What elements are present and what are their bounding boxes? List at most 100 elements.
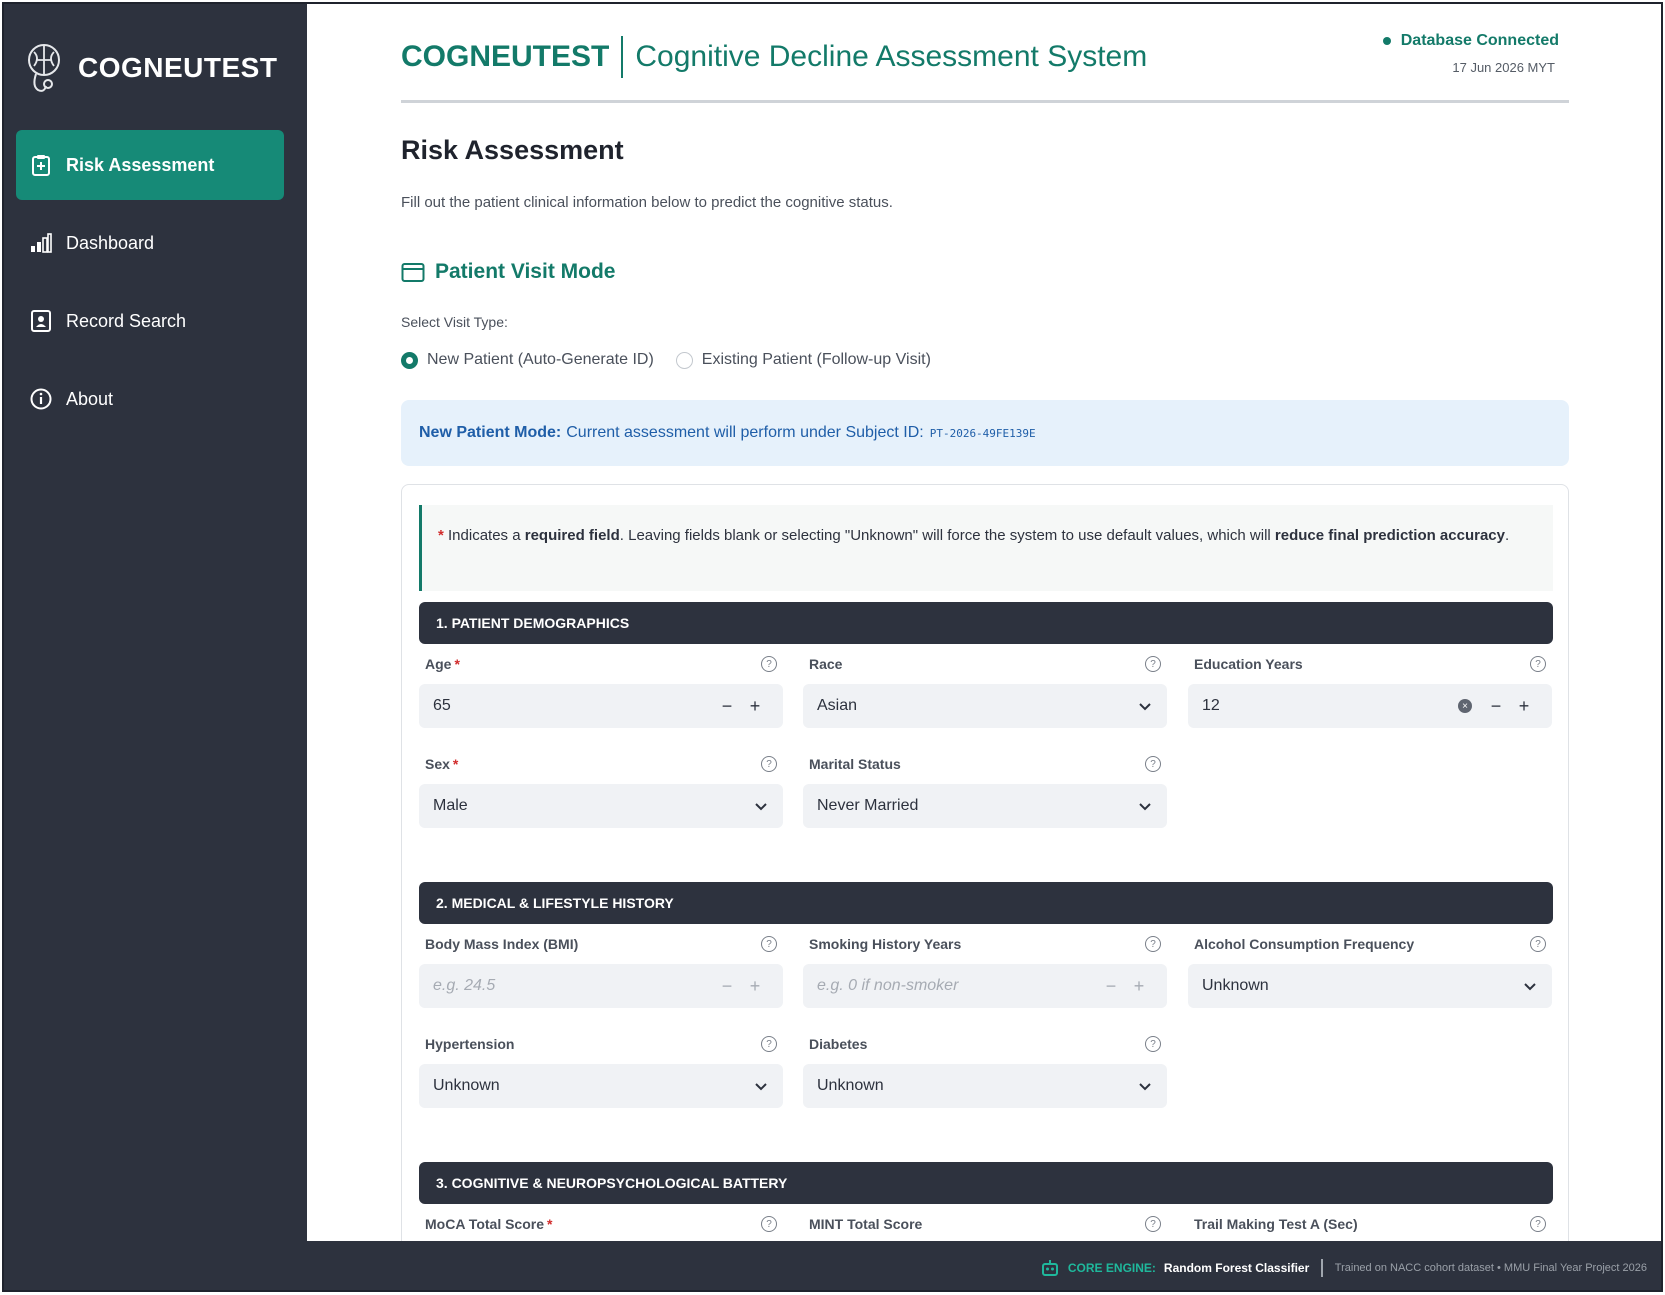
help-icon[interactable]: ? — [1145, 1036, 1161, 1052]
alcohol-value: Unknown — [1202, 977, 1269, 994]
header-date: 17 Jun 2026 MYT — [1452, 60, 1555, 75]
decrement-button[interactable]: − — [713, 696, 741, 717]
increment-button[interactable]: + — [741, 696, 769, 717]
page-header: COGNEUTEST Cognitive Decline Assessment … — [401, 28, 1569, 103]
main-content: COGNEUTEST Cognitive Decline Assessment … — [307, 4, 1661, 1241]
subject-id: PT-2026-49FE139E — [929, 426, 1036, 440]
field-trail-making-a: Trail Making Test A (Sec)? — [1188, 1213, 1552, 1235]
diabetes-value: Unknown — [817, 1077, 884, 1094]
sidebar-item-label: Risk Assessment — [66, 154, 215, 175]
clipboard-icon — [28, 152, 54, 178]
core-engine-label: CORE ENGINE: — [1067, 1260, 1156, 1275]
section-cognitive-battery-header: 3. Cognitive & Neuropsychological Batter… — [419, 1162, 1553, 1204]
db-status: Database Connected 17 Jun 2026 MYT — [1382, 32, 1559, 75]
note-bold: required field — [524, 527, 620, 544]
race-select[interactable]: Asian — [803, 684, 1167, 728]
visit-mode-heading: Patient Visit Mode — [401, 260, 615, 284]
note-bold: reduce final prediction accuracy — [1274, 527, 1505, 544]
sidebar: COGNEUTEST Risk Assessment Dashboard Rec… — [4, 4, 307, 1290]
alcohol-frequency-select[interactable]: Unknown — [1188, 964, 1552, 1008]
bmi-input[interactable]: e.g. 24.5 − + — [419, 964, 783, 1008]
sidebar-item-record-search[interactable]: Record Search — [16, 286, 284, 356]
sidebar-item-risk-assessment[interactable]: Risk Assessment — [16, 130, 284, 200]
brand-name: COGNEUTEST — [78, 52, 278, 83]
help-icon[interactable]: ? — [761, 1216, 777, 1232]
sidebar-item-dashboard[interactable]: Dashboard — [16, 208, 284, 278]
sidebar-item-about[interactable]: About — [16, 364, 284, 434]
chevron-down-icon[interactable] — [753, 798, 769, 814]
help-icon[interactable]: ? — [761, 656, 777, 672]
field-race: Race? Asian — [803, 653, 1167, 728]
decrement-button[interactable]: − — [713, 976, 741, 997]
field-bmi: Body Mass Index (BMI)? e.g. 24.5 − + — [419, 933, 783, 1008]
age-value[interactable]: 65 — [433, 697, 713, 715]
marital-status-select[interactable]: Never Married — [803, 784, 1167, 828]
note-text: . — [1505, 527, 1510, 544]
chevron-down-icon[interactable] — [753, 1078, 769, 1094]
field-label: Hypertension — [425, 1036, 515, 1052]
page-description: Fill out the patient clinical informatio… — [401, 194, 893, 211]
field-label: Body Mass Index (BMI) — [425, 936, 579, 952]
smoking-placeholder[interactable]: e.g. 0 if non-smoker — [817, 977, 1097, 995]
sidebar-nav: Risk Assessment Dashboard Record Search … — [16, 130, 284, 442]
clear-icon[interactable]: × — [1458, 699, 1472, 713]
age-stepper[interactable]: 65 − + — [419, 684, 783, 728]
sidebar-item-label: Dashboard — [66, 232, 155, 253]
chevron-down-icon[interactable] — [1522, 978, 1538, 994]
radio-checked-icon[interactable] — [401, 351, 418, 369]
chevron-down-icon[interactable] — [1137, 1078, 1153, 1094]
new-patient-info-banner: New Patient Mode: Current assessment wil… — [401, 400, 1569, 466]
decrement-button[interactable]: − — [1482, 696, 1510, 717]
radio-unchecked-icon[interactable] — [675, 351, 693, 369]
help-icon[interactable]: ? — [761, 936, 777, 952]
race-value: Asian — [817, 697, 858, 714]
help-icon[interactable]: ? — [761, 756, 777, 772]
brain-stethoscope-icon — [28, 44, 60, 92]
education-value[interactable]: 12 — [1202, 697, 1458, 715]
field-label: Age — [425, 656, 452, 672]
help-icon[interactable]: ? — [1530, 936, 1546, 952]
assessment-form: * Indicates a required field. Leaving fi… — [401, 484, 1569, 1241]
page-title: Risk Assessment — [401, 135, 624, 165]
footer-bar: CORE ENGINE: Random Forest Classifier Tr… — [307, 1241, 1661, 1290]
help-icon[interactable]: ? — [1145, 1216, 1161, 1232]
radio-new-patient[interactable]: New Patient (Auto-Generate ID) — [401, 351, 654, 369]
required-star: * — [454, 656, 460, 672]
required-star: * — [547, 1216, 553, 1232]
increment-button[interactable]: + — [1125, 976, 1153, 997]
app-title: COGNEUTEST Cognitive Decline Assessment … — [401, 36, 1147, 78]
app-subtitle: Cognitive Decline Assessment System — [635, 40, 1148, 73]
info-icon — [28, 386, 54, 412]
field-label: Trail Making Test A (Sec) — [1194, 1216, 1358, 1232]
radio-label: New Patient (Auto-Generate ID) — [427, 351, 654, 368]
increment-button[interactable]: + — [741, 976, 769, 997]
hypertension-select[interactable]: Unknown — [419, 1064, 783, 1108]
bmi-placeholder[interactable]: e.g. 24.5 — [433, 977, 713, 995]
required-field-note: * Indicates a required field. Leaving fi… — [419, 505, 1553, 591]
smoking-years-input[interactable]: e.g. 0 if non-smoker − + — [803, 964, 1167, 1008]
increment-button[interactable]: + — [1510, 696, 1538, 717]
diabetes-select[interactable]: Unknown — [803, 1064, 1167, 1108]
help-icon[interactable]: ? — [1145, 756, 1161, 772]
chevron-down-icon[interactable] — [1137, 798, 1153, 814]
decrement-button[interactable]: − — [1097, 976, 1125, 997]
help-icon[interactable]: ? — [1530, 1216, 1546, 1232]
radio-existing-patient[interactable]: Existing Patient (Follow-up Visit) — [675, 351, 931, 369]
field-label: Sex — [425, 756, 450, 772]
education-stepper[interactable]: 12 × − + — [1188, 684, 1552, 728]
field-diabetes: Diabetes? Unknown — [803, 1033, 1167, 1108]
field-smoking-years: Smoking History Years? e.g. 0 if non-smo… — [803, 933, 1167, 1008]
footer-divider — [1321, 1258, 1323, 1277]
help-icon[interactable]: ? — [1145, 656, 1161, 672]
visit-type-radio-group: New Patient (Auto-Generate ID) Existing … — [401, 351, 931, 369]
visit-type-label: Select Visit Type: — [401, 314, 508, 330]
chevron-down-icon[interactable] — [1137, 698, 1153, 714]
sex-select[interactable]: Male — [419, 784, 783, 828]
app-title-text: COGNEUTEST — [401, 40, 610, 73]
visit-mode-heading-text: Patient Visit Mode — [435, 260, 616, 283]
help-icon[interactable]: ? — [1145, 936, 1161, 952]
field-moca-score: MoCA Total Score *? — [419, 1213, 783, 1235]
help-icon[interactable]: ? — [761, 1036, 777, 1052]
field-marital-status: Marital Status? Never Married — [803, 753, 1167, 828]
help-icon[interactable]: ? — [1530, 656, 1546, 672]
